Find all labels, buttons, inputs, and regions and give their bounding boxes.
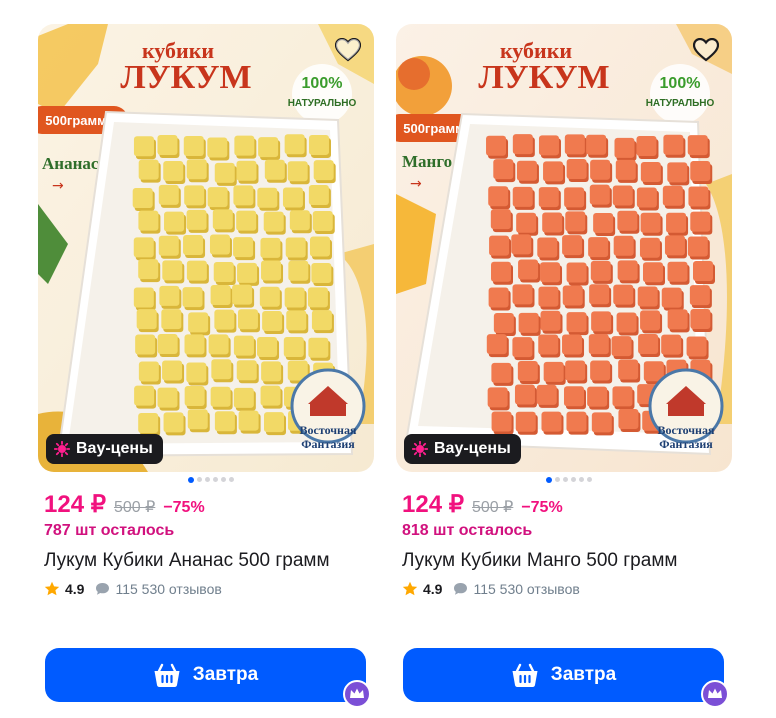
- rating-row[interactable]: 4.9 115 530 отзывов: [44, 581, 222, 597]
- product-photo-art: кубики ЛУКУМ 100% НАТУРАЛЬНО 500грамм Ма…: [396, 24, 732, 472]
- photo-natural-percent: 100%: [302, 75, 343, 92]
- carousel-dot[interactable]: [188, 476, 194, 483]
- photo-natural-word: НАТУРАЛЬНО: [288, 98, 357, 109]
- stock-left: 818 шт осталось: [402, 522, 533, 539]
- image-carousel-dots[interactable]: [188, 476, 234, 483]
- carousel-dot[interactable]: [587, 477, 592, 482]
- basket-icon: [512, 663, 538, 687]
- photo-headline-main: ЛУКУМ: [478, 59, 609, 96]
- wow-price-badge: Вау-цены: [46, 434, 163, 464]
- price-row: 124 ₽ 500 ₽ −75%: [402, 490, 563, 519]
- reviews-count: 115 530 отзывов: [473, 581, 580, 597]
- carousel-dot[interactable]: [546, 476, 552, 483]
- photo-headline-main: ЛУКУМ: [120, 59, 251, 96]
- svg-text:→: →: [410, 176, 422, 192]
- favorite-heart-icon[interactable]: [692, 36, 720, 64]
- sparkle-icon: [412, 441, 428, 457]
- carousel-dot[interactable]: [563, 477, 568, 482]
- rating-value: 4.9: [423, 581, 443, 597]
- carousel-dot[interactable]: [571, 477, 576, 482]
- add-to-cart-label: Завтра: [192, 664, 259, 685]
- stock-left: 787 шт осталось: [44, 522, 175, 539]
- rating-value: 4.9: [65, 581, 85, 597]
- price-current: 124 ₽: [44, 491, 106, 518]
- product-card[interactable]: кубики ЛУКУМ 100% НАТУРАЛЬНО 500грамм Ан…: [38, 24, 374, 718]
- chat-bubble-icon: [454, 583, 468, 595]
- wow-badge-label: Вау-цены: [434, 440, 511, 457]
- photo-natural-percent: 100%: [660, 75, 701, 92]
- chat-bubble-icon: [96, 583, 110, 595]
- reviews-count: 115 530 отзывов: [115, 581, 222, 597]
- photo-weight-tag: 500грамм: [403, 121, 465, 136]
- star-icon: [402, 581, 418, 596]
- photo-brand-line1: Восточная: [658, 423, 715, 437]
- price-current: 124 ₽: [402, 491, 464, 518]
- star-icon: [44, 581, 60, 596]
- photo-brand-line2: Фантазия: [301, 437, 355, 451]
- price-old: 500 ₽: [471, 499, 514, 516]
- premium-crown-icon: [701, 680, 729, 708]
- carousel-dot[interactable]: [197, 477, 202, 482]
- photo-brand-line1: Восточная: [300, 423, 357, 437]
- product-card[interactable]: кубики ЛУКУМ 100% НАТУРАЛЬНО 500грамм Ма…: [396, 24, 732, 718]
- product-title[interactable]: Лукум Кубики Ананас 500 грамм: [44, 550, 374, 572]
- photo-flavor: Манго: [402, 152, 452, 171]
- price-old: 500 ₽: [113, 499, 156, 516]
- carousel-dot[interactable]: [229, 477, 234, 482]
- wow-badge-label: Вау-цены: [76, 440, 153, 457]
- wow-price-badge: Вау-цены: [404, 434, 521, 464]
- add-to-cart-button[interactable]: Завтра: [45, 648, 366, 702]
- add-to-cart-button[interactable]: Завтра: [403, 648, 724, 702]
- carousel-dot[interactable]: [221, 477, 226, 482]
- product-photo-art: кубики ЛУКУМ 100% НАТУРАЛЬНО 500грамм Ан…: [38, 24, 374, 472]
- add-to-cart-label: Завтра: [550, 664, 617, 685]
- carousel-dot[interactable]: [555, 477, 560, 482]
- discount-percent: −75%: [521, 499, 563, 516]
- basket-icon: [154, 663, 180, 687]
- image-carousel-dots[interactable]: [546, 476, 592, 483]
- photo-weight-tag: 500грамм: [45, 113, 107, 128]
- carousel-dot[interactable]: [205, 477, 210, 482]
- photo-natural-word: НАТУРАЛЬНО: [646, 98, 715, 109]
- premium-crown-icon: [343, 680, 371, 708]
- product-grid: кубики ЛУКУМ 100% НАТУРАЛЬНО 500грамм Ан…: [0, 0, 776, 718]
- carousel-dot[interactable]: [579, 477, 584, 482]
- favorite-heart-icon[interactable]: [334, 36, 362, 64]
- product-photo[interactable]: кубики ЛУКУМ 100% НАТУРАЛЬНО 500грамм Ма…: [396, 24, 732, 472]
- rating-row[interactable]: 4.9 115 530 отзывов: [402, 581, 580, 597]
- price-row: 124 ₽ 500 ₽ −75%: [44, 490, 205, 519]
- photo-brand-line2: Фантазия: [659, 437, 713, 451]
- product-title[interactable]: Лукум Кубики Манго 500 грамм: [402, 550, 732, 572]
- carousel-dot[interactable]: [213, 477, 218, 482]
- photo-flavor: Ананас: [42, 154, 99, 173]
- sparkle-icon: [54, 441, 70, 457]
- discount-percent: −75%: [163, 499, 205, 516]
- product-photo[interactable]: кубики ЛУКУМ 100% НАТУРАЛЬНО 500грамм Ан…: [38, 24, 374, 472]
- svg-text:→: →: [52, 178, 64, 194]
